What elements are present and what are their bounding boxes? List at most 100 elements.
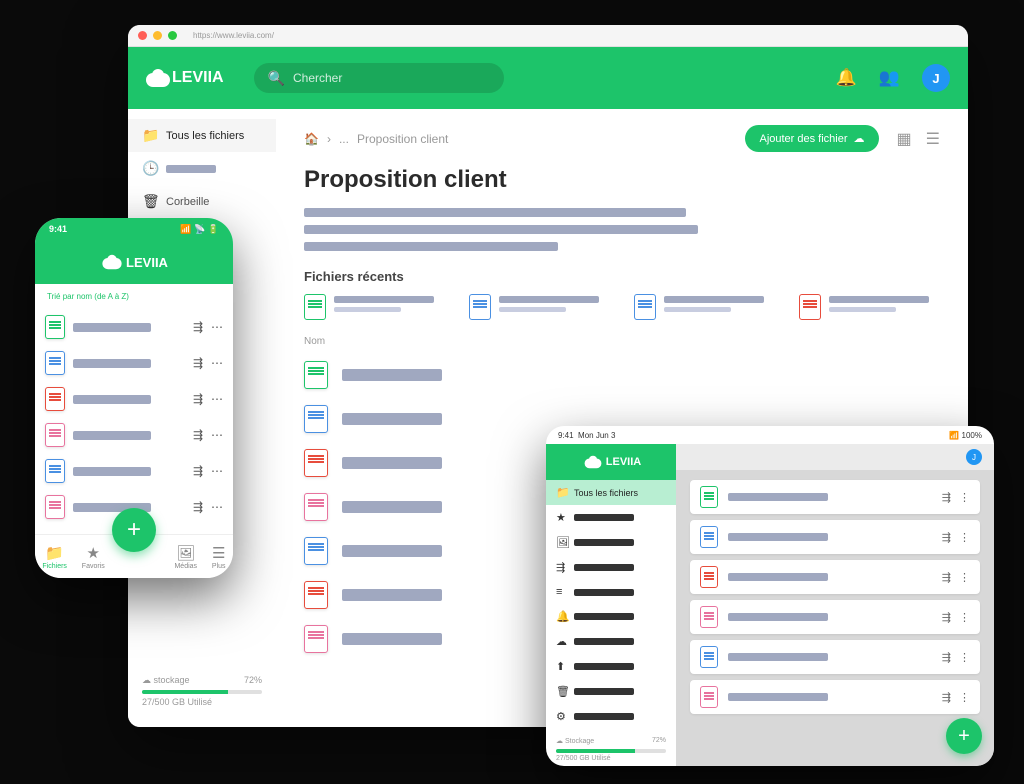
users-icon[interactable]: 👥 bbox=[879, 68, 900, 88]
share-icon[interactable]: ⇶ bbox=[942, 651, 951, 664]
more-icon[interactable]: ⋯ bbox=[211, 392, 223, 406]
more-icon[interactable]: ⋮ bbox=[959, 691, 970, 704]
file-row[interactable]: ⇶⋮ bbox=[690, 680, 980, 714]
bell-icon[interactable]: 🔔 bbox=[836, 68, 857, 88]
lines-icon: ≡ bbox=[556, 586, 566, 598]
tablet-nav-item[interactable]: 🖼 bbox=[546, 530, 676, 555]
sort-label[interactable]: Trié par nom (de A à Z) bbox=[35, 284, 233, 309]
share-icon[interactable]: ⇶ bbox=[193, 500, 203, 514]
tablet-nav-item[interactable]: ≡ bbox=[546, 580, 676, 604]
share-icon[interactable]: ⇶ bbox=[942, 571, 951, 584]
breadcrumb: 🏠 › ... Proposition client bbox=[304, 132, 448, 146]
file-icon bbox=[45, 459, 65, 483]
tablet-nav-item[interactable]: ★ bbox=[546, 505, 676, 530]
more-icon[interactable]: ⋮ bbox=[959, 571, 970, 584]
trash-icon: 🗑 bbox=[142, 193, 156, 210]
nav-media[interactable]: 🖼Médias bbox=[174, 544, 197, 570]
more-icon[interactable]: ⋯ bbox=[211, 356, 223, 370]
recent-file[interactable] bbox=[469, 294, 610, 320]
tablet-nav-item[interactable]: ⇶ bbox=[546, 555, 676, 580]
menu-icon: ☰ bbox=[212, 544, 225, 562]
file-row[interactable]: ⇶⋯ bbox=[45, 345, 223, 381]
file-row[interactable]: ⇶⋮ bbox=[690, 560, 980, 594]
nav-favorites[interactable]: ★Favoris bbox=[82, 544, 105, 570]
phone-header: LEVIIA bbox=[35, 240, 233, 284]
folder-icon: 📁 bbox=[142, 127, 156, 144]
cloud-icon bbox=[584, 456, 601, 469]
recent-files-heading: Fichiers récents bbox=[304, 269, 940, 284]
share-icon[interactable]: ⇶ bbox=[942, 531, 951, 544]
clock-icon: 🕒 bbox=[142, 160, 156, 177]
recent-file[interactable] bbox=[799, 294, 940, 320]
more-icon[interactable]: ⋮ bbox=[959, 491, 970, 504]
file-row[interactable] bbox=[304, 353, 940, 397]
share-icon[interactable]: ⇶ bbox=[942, 611, 951, 624]
file-icon bbox=[304, 625, 328, 653]
home-icon[interactable]: 🏠 bbox=[304, 132, 319, 146]
tablet-nav-item[interactable]: 🗑 bbox=[546, 679, 676, 704]
file-row[interactable]: ⇶⋯ bbox=[45, 309, 223, 345]
avatar[interactable]: J bbox=[966, 449, 982, 465]
tablet-nav-item[interactable]: ⬆ bbox=[546, 654, 676, 679]
file-icon bbox=[45, 315, 65, 339]
tablet-logo[interactable]: LEVIIA bbox=[546, 444, 676, 480]
add-fab-button[interactable]: + bbox=[112, 508, 156, 552]
more-icon[interactable]: ⋯ bbox=[211, 464, 223, 478]
file-row[interactable]: ⇶⋯ bbox=[45, 453, 223, 489]
maximize-window-dot[interactable] bbox=[168, 31, 177, 40]
file-row[interactable]: ⇶⋮ bbox=[690, 600, 980, 634]
add-files-button[interactable]: Ajouter des fichier☁ bbox=[745, 125, 878, 152]
sidebar-item-trash[interactable]: 🗑Corbeille bbox=[128, 185, 276, 218]
file-icon bbox=[304, 537, 328, 565]
search-input[interactable] bbox=[293, 71, 490, 85]
sidebar-item-all-files[interactable]: 📁Tous les fichiers bbox=[128, 119, 276, 152]
more-icon[interactable]: ⋮ bbox=[959, 531, 970, 544]
share-icon[interactable]: ⇶ bbox=[193, 356, 203, 370]
more-icon[interactable]: ⋯ bbox=[211, 428, 223, 442]
tablet-nav-item[interactable]: ⚙ bbox=[546, 704, 676, 729]
share-icon[interactable]: ⇶ bbox=[193, 428, 203, 442]
close-window-dot[interactable] bbox=[138, 31, 147, 40]
tablet-sidebar: LEVIIA 📁Tous les fichiers ★ 🖼 ⇶ ≡ 🔔 ☁ ⬆ … bbox=[546, 444, 676, 766]
file-icon bbox=[304, 581, 328, 609]
more-icon[interactable]: ⋯ bbox=[211, 320, 223, 334]
list-view-icon[interactable]: ☰ bbox=[926, 129, 940, 149]
upload-icon: ⬆ bbox=[556, 660, 566, 673]
minimize-window-dot[interactable] bbox=[153, 31, 162, 40]
tablet-nav-item[interactable]: ☁ bbox=[546, 629, 676, 654]
nav-files[interactable]: 📁Fichiers bbox=[42, 544, 67, 570]
more-icon[interactable]: ⋯ bbox=[211, 500, 223, 514]
window-titlebar: https://www.leviia.com/ bbox=[128, 25, 968, 47]
tablet-nav-all-files[interactable]: 📁Tous les fichiers bbox=[546, 480, 676, 505]
sidebar-item-recent[interactable]: 🕒 bbox=[128, 152, 276, 185]
tablet-nav-item[interactable]: 🔔 bbox=[546, 604, 676, 629]
share-icon[interactable]: ⇶ bbox=[193, 320, 203, 334]
search-box[interactable]: 🔍 bbox=[254, 63, 504, 93]
avatar[interactable]: J bbox=[922, 64, 950, 92]
trash-icon: 🗑 bbox=[556, 685, 566, 698]
recent-file[interactable] bbox=[634, 294, 775, 320]
upload-cloud-icon: ☁ bbox=[854, 132, 865, 145]
star-icon: ★ bbox=[556, 511, 566, 524]
recent-file[interactable] bbox=[304, 294, 445, 320]
file-icon bbox=[469, 294, 491, 320]
nav-more[interactable]: ☰Plus bbox=[212, 544, 226, 570]
file-row[interactable]: ⇶⋮ bbox=[690, 480, 980, 514]
file-row[interactable]: ⇶⋮ bbox=[690, 520, 980, 554]
share-icon[interactable]: ⇶ bbox=[193, 392, 203, 406]
placeholder-text bbox=[304, 225, 698, 234]
file-row[interactable]: ⇶⋮ bbox=[690, 640, 980, 674]
file-row[interactable]: ⇶⋯ bbox=[45, 417, 223, 453]
file-icon bbox=[304, 405, 328, 433]
share-icon[interactable]: ⇶ bbox=[193, 464, 203, 478]
brand-logo[interactable]: LEVIIA bbox=[146, 69, 224, 87]
add-fab-button[interactable]: + bbox=[946, 718, 982, 754]
grid-view-icon[interactable]: ▦ bbox=[897, 129, 912, 149]
cloud-icon: ☁ bbox=[556, 635, 566, 648]
file-row[interactable]: ⇶⋯ bbox=[45, 381, 223, 417]
more-icon[interactable]: ⋮ bbox=[959, 611, 970, 624]
share-icon[interactable]: ⇶ bbox=[942, 691, 951, 704]
share-icon[interactable]: ⇶ bbox=[942, 491, 951, 504]
folder-icon: 📁 bbox=[556, 486, 566, 499]
more-icon[interactable]: ⋮ bbox=[959, 651, 970, 664]
